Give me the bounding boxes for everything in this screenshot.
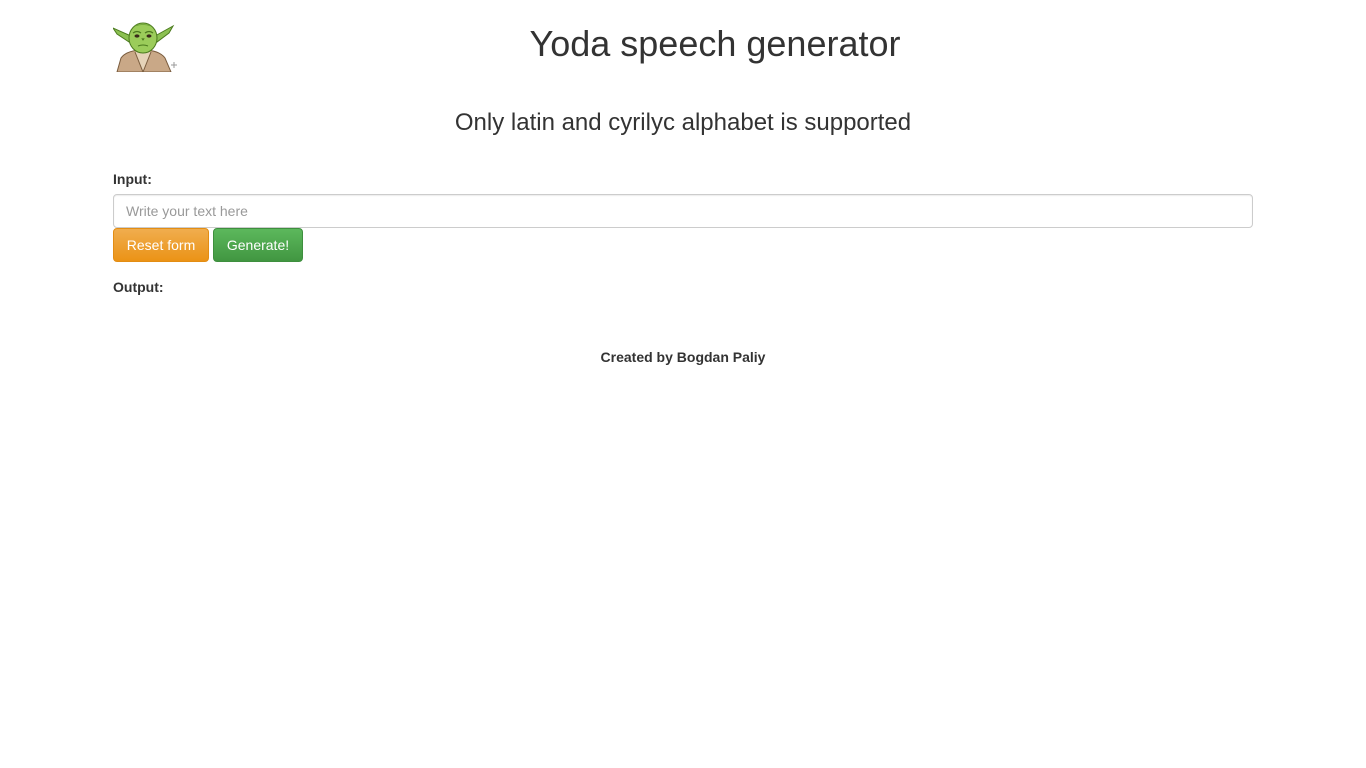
input-label: Input: [113, 171, 152, 187]
reset-form-button[interactable]: Reset form [113, 228, 209, 262]
footer-credit: Created by Bogdan Paliy [600, 349, 766, 365]
output-text [113, 300, 1253, 320]
page: Yoda speech generator Only latin and cyr… [0, 0, 1366, 768]
text-input[interactable] [113, 194, 1253, 228]
generate-button[interactable]: Generate! [213, 228, 303, 262]
alphabet-notice: Only latin and cyrilyc alphabet is suppo… [454, 109, 912, 136]
output-label: Output: [113, 279, 164, 295]
page-title: Yoda speech generator [529, 23, 901, 64]
